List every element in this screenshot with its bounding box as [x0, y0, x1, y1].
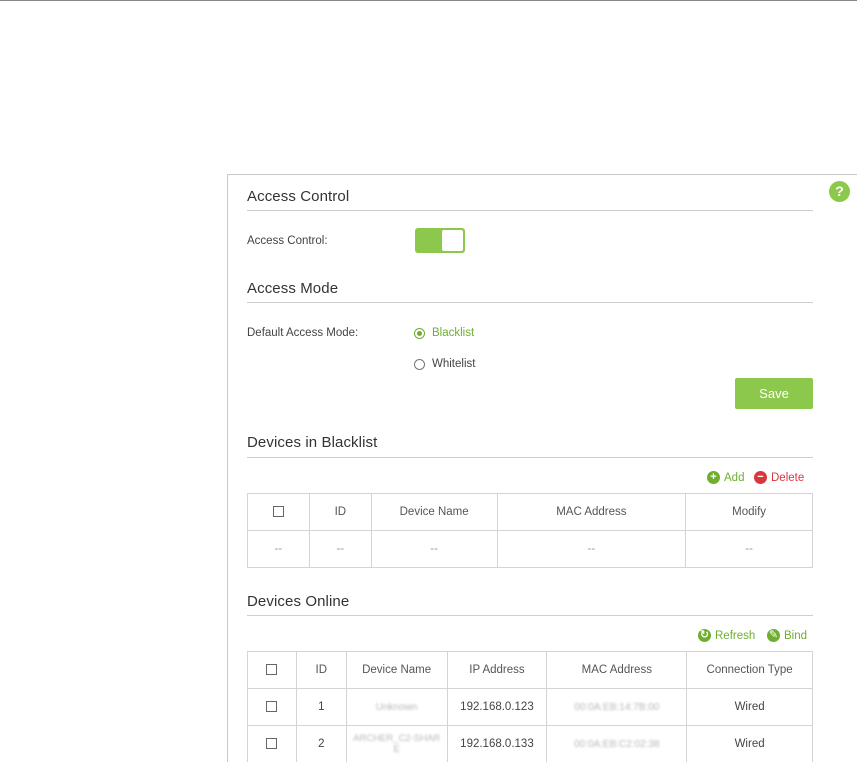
refresh-label: Refresh: [715, 629, 756, 642]
minus-icon: −: [754, 471, 767, 484]
table-row: -- -- -- -- --: [247, 530, 813, 568]
column-header: IP Address: [446, 651, 548, 689]
refresh-button[interactable]: ↻ Refresh: [698, 629, 755, 642]
section-divider: [247, 210, 813, 211]
row-select-cell: [247, 688, 297, 726]
mac-address-cell: 00:0A:EB:C2:02:38: [546, 725, 688, 762]
ip-address-cell: 192.168.0.123: [446, 688, 548, 726]
access-control-title: Access Control: [247, 188, 350, 205]
table-header-row: ID Device Name MAC Address Modify: [247, 493, 813, 531]
table-cell: --: [247, 530, 310, 568]
access-mode-title: Access Mode: [247, 280, 339, 297]
whitelist-radio-label[interactable]: Whitelist: [432, 358, 475, 370]
select-all-checkbox[interactable]: [272, 506, 284, 518]
table-header-row: ID Device Name IP Address MAC Address Co…: [247, 651, 813, 689]
row-checkbox[interactable]: [266, 738, 278, 750]
select-all-cell: [247, 651, 297, 689]
table-cell: 1: [295, 688, 347, 726]
save-button[interactable]: Save: [735, 378, 813, 409]
table-row: 2 ARCHER_C2-SHARE 192.168.0.133 00:0A:EB…: [247, 725, 813, 762]
column-header: ID: [295, 651, 347, 689]
device-name-cell: Unknown: [345, 688, 448, 726]
column-header: Modify: [685, 493, 813, 531]
devices-online-table: ID Device Name IP Address MAC Address Co…: [247, 651, 813, 762]
column-header: MAC Address: [496, 493, 687, 531]
toggle-knob: [442, 230, 463, 251]
table-cell: --: [308, 530, 372, 568]
access-control-label: Access Control:: [247, 235, 328, 247]
section-divider: [247, 302, 813, 303]
plus-icon: +: [707, 471, 720, 484]
delete-label: Delete: [771, 471, 805, 484]
column-header: MAC Address: [546, 651, 688, 689]
column-header: ID: [308, 493, 372, 531]
whitelist-radio[interactable]: [414, 359, 425, 370]
add-label: Add: [724, 471, 745, 484]
blacklist-radio-label[interactable]: Blacklist: [432, 327, 474, 339]
row-checkbox[interactable]: [266, 701, 278, 713]
help-icon[interactable]: ?: [829, 181, 850, 202]
top-divider: [0, 0, 857, 1]
row-select-cell: [247, 725, 297, 762]
ip-address-cell: 192.168.0.133: [446, 725, 548, 762]
table-cell: --: [685, 530, 813, 568]
section-divider: [247, 615, 813, 616]
blacklist-table: ID Device Name MAC Address Modify -- -- …: [247, 493, 813, 568]
table-row: 1 Unknown 192.168.0.123 00:0A:EB:14:7B:0…: [247, 688, 813, 726]
bind-button[interactable]: ✎ Bind: [767, 629, 807, 642]
blacklist-title: Devices in Blacklist: [247, 434, 378, 451]
connection-type-cell: Wired: [686, 688, 813, 726]
mac-address-cell: 00:0A:EB:14:7B:00: [546, 688, 688, 726]
column-header: Connection Type: [686, 651, 813, 689]
devices-online-title: Devices Online: [247, 593, 350, 610]
select-all-checkbox[interactable]: [266, 664, 278, 676]
access-control-toggle[interactable]: [415, 228, 465, 253]
delete-button[interactable]: − Delete: [754, 471, 804, 484]
section-divider: [247, 457, 813, 458]
blacklist-radio[interactable]: [414, 328, 425, 339]
column-header: Device Name: [345, 651, 448, 689]
table-cell: --: [370, 530, 498, 568]
bind-icon: ✎: [767, 629, 780, 642]
device-name-cell: ARCHER_C2-SHARE: [345, 725, 448, 762]
refresh-icon: ↻: [698, 629, 711, 642]
bind-label: Bind: [784, 629, 808, 642]
default-access-mode-label: Default Access Mode:: [247, 327, 359, 339]
table-cell: --: [496, 530, 687, 568]
connection-type-cell: Wired: [686, 725, 813, 762]
add-button[interactable]: + Add: [707, 471, 744, 484]
select-all-cell: [247, 493, 310, 531]
table-cell: 2: [295, 725, 347, 762]
column-header: Device Name: [370, 493, 498, 531]
